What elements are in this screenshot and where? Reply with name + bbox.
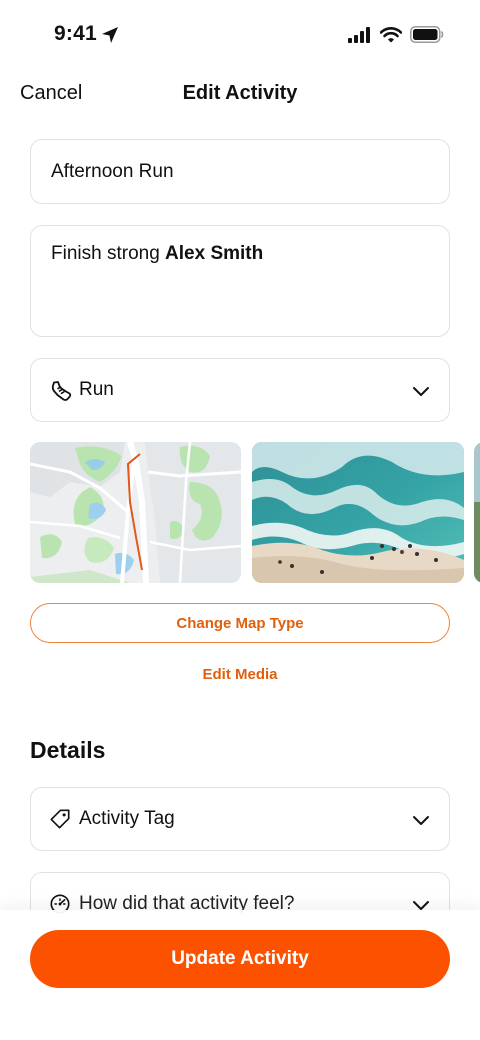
description-text: Finish strong xyxy=(51,243,166,264)
tag-icon xyxy=(50,809,70,829)
wifi-icon xyxy=(380,26,402,42)
chevron-down-icon xyxy=(413,387,429,396)
page-title: Edit Activity xyxy=(182,82,298,104)
beach-photo xyxy=(252,442,464,583)
location-arrow-icon xyxy=(102,27,118,43)
battery-icon xyxy=(410,26,444,43)
edit-media-link[interactable]: Edit Media xyxy=(0,666,480,683)
details-heading: Details xyxy=(30,737,106,763)
activity-description-input[interactable]: Finish strong Alex Smith xyxy=(30,225,450,337)
status-time: 9:41 xyxy=(54,22,97,45)
change-map-type-button[interactable]: Change Map Type xyxy=(30,603,450,643)
activity-description-value: Finish strong Alex Smith xyxy=(51,243,263,265)
activity-title-input[interactable]: Afternoon Run xyxy=(30,139,450,204)
activity-type-select[interactable]: Run xyxy=(30,358,450,422)
mention-tag[interactable]: Alex Smith xyxy=(165,243,263,264)
status-bar: 9:41 xyxy=(0,0,480,70)
route-map-thumbnail[interactable] xyxy=(30,442,241,583)
beach-photo-thumbnail[interactable] xyxy=(252,442,464,583)
nav-bar: Cancel Edit Activity xyxy=(0,72,480,116)
additional-photo-thumbnail[interactable] xyxy=(474,442,480,583)
route-map xyxy=(30,442,241,583)
update-activity-button[interactable]: Update Activity xyxy=(30,930,450,988)
activity-title-value: Afternoon Run xyxy=(51,161,174,182)
activity-type-value: Run xyxy=(79,379,114,400)
signal-icon xyxy=(348,26,370,43)
activity-tag-select[interactable]: Activity Tag xyxy=(30,787,450,851)
chevron-down-icon xyxy=(413,816,429,825)
shoe-icon xyxy=(51,381,72,401)
activity-tag-label: Activity Tag xyxy=(79,808,175,829)
media-carousel[interactable] xyxy=(30,442,480,583)
status-icons xyxy=(348,26,444,43)
